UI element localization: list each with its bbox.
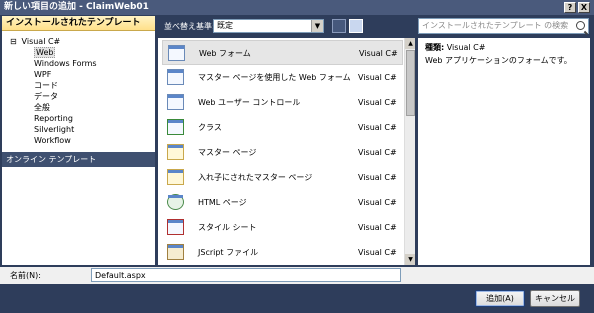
template-category-panel: インストールされたテンプレート ⊟ Visual C# Web Windows … — [2, 16, 155, 265]
detail-description: Web アプリケーションのフォームです。 — [425, 56, 572, 65]
sort-selected-value: 既定 — [217, 21, 233, 30]
tree-item-code[interactable]: コード — [2, 80, 155, 91]
web-form-icon — [168, 45, 185, 61]
installed-templates-header[interactable]: インストールされたテンプレート — [2, 16, 155, 31]
template-row-jscript[interactable]: JScript ファイル Visual C# — [162, 240, 403, 265]
template-list: Web フォーム Visual C# マスター ページを使用した Web フォー… — [158, 38, 415, 265]
template-search-input[interactable]: インストールされたテンプレート の検索 — [418, 18, 589, 34]
sort-label: 並べ替え基準: — [164, 22, 215, 31]
detail-type: 種類: Visual C# — [425, 42, 583, 54]
window-title: 新しい項目の追加 - ClaimWeb01 — [4, 2, 149, 12]
name-input[interactable] — [91, 268, 401, 282]
list-view-button[interactable] — [349, 19, 363, 33]
tree-item-silverlight[interactable]: Silverlight — [2, 124, 155, 135]
html-page-icon — [167, 194, 184, 210]
style-sheet-icon — [167, 219, 184, 235]
name-label: 名前(N): — [10, 271, 41, 280]
small-icon-view-button[interactable] — [332, 19, 346, 33]
tree-item-data[interactable]: データ — [2, 91, 155, 102]
collapse-icon[interactable]: ⊟ — [10, 36, 19, 47]
user-control-icon — [167, 94, 184, 110]
add-new-item-dialog: 新しい項目の追加 - ClaimWeb01 ? X インストールされたテンプレー… — [0, 0, 594, 313]
tree-item-windows-forms[interactable]: Windows Forms — [2, 58, 155, 69]
template-row-class[interactable]: クラス Visual C# — [162, 115, 403, 140]
close-button[interactable]: X — [578, 2, 590, 13]
tree-item-wpf[interactable]: WPF — [2, 69, 155, 80]
title-bar: 新しい項目の追加 - ClaimWeb01 ? X — [0, 0, 594, 15]
dropdown-arrow-icon[interactable]: ▼ — [311, 20, 323, 32]
help-button[interactable]: ? — [564, 2, 576, 13]
search-placeholder: インストールされたテンプレート の検索 — [422, 21, 569, 30]
scroll-down-icon[interactable]: ▼ — [405, 254, 415, 265]
web-form-master-icon — [167, 69, 184, 85]
sort-toolbar: 並べ替え基準: 既定 ▼ — [158, 16, 415, 36]
tree-item-reporting[interactable]: Reporting — [2, 113, 155, 124]
tree-item-workflow[interactable]: Workflow — [2, 135, 155, 146]
tree-root-visual-csharp[interactable]: ⊟ Visual C# — [2, 36, 155, 47]
add-button[interactable]: 追加(A) — [475, 290, 525, 307]
template-row-web-form[interactable]: Web フォーム Visual C# — [162, 40, 403, 65]
template-row-master-page[interactable]: マスター ページ Visual C# — [162, 140, 403, 165]
template-detail-panel: 種類: Visual C# Web アプリケーションのフォームです。 — [418, 38, 590, 265]
list-scrollbar[interactable]: ▲ ▼ — [404, 38, 415, 265]
detail-type-label: 種類: — [425, 43, 445, 52]
sort-select[interactable]: 既定 ▼ — [213, 19, 324, 33]
template-row-style-sheet[interactable]: スタイル シート Visual C# — [162, 215, 403, 240]
tree-item-general[interactable]: 全般 — [2, 102, 155, 113]
template-row-nested-master[interactable]: 入れ子にされたマスター ページ Visual C# — [162, 165, 403, 190]
cancel-button[interactable]: キャンセル — [530, 290, 580, 307]
template-row-html-page[interactable]: HTML ページ Visual C# — [162, 190, 403, 215]
template-row-user-control[interactable]: Web ユーザー コントロール Visual C# — [162, 90, 403, 115]
dialog-footer: 追加(A) キャンセル — [0, 285, 594, 313]
tree-root-label: Visual C# — [21, 37, 61, 46]
scroll-up-icon[interactable]: ▲ — [405, 38, 415, 49]
csharp-class-icon — [167, 119, 184, 135]
search-icon[interactable] — [576, 21, 585, 30]
detail-type-value: Visual C# — [446, 43, 486, 52]
jscript-file-icon — [167, 244, 184, 260]
category-tree: ⊟ Visual C# Web Windows Forms WPF コード デー… — [2, 31, 155, 146]
tree-item-web[interactable]: Web — [2, 47, 155, 58]
template-row-web-form-master[interactable]: マスター ページを使用した Web フォーム Visual C# — [162, 65, 403, 90]
master-page-icon — [167, 144, 184, 160]
online-templates-item[interactable]: オンライン テンプレート — [2, 152, 155, 167]
scroll-thumb[interactable] — [406, 50, 415, 116]
name-row: 名前(N): — [0, 267, 594, 284]
nested-master-page-icon — [167, 169, 184, 185]
